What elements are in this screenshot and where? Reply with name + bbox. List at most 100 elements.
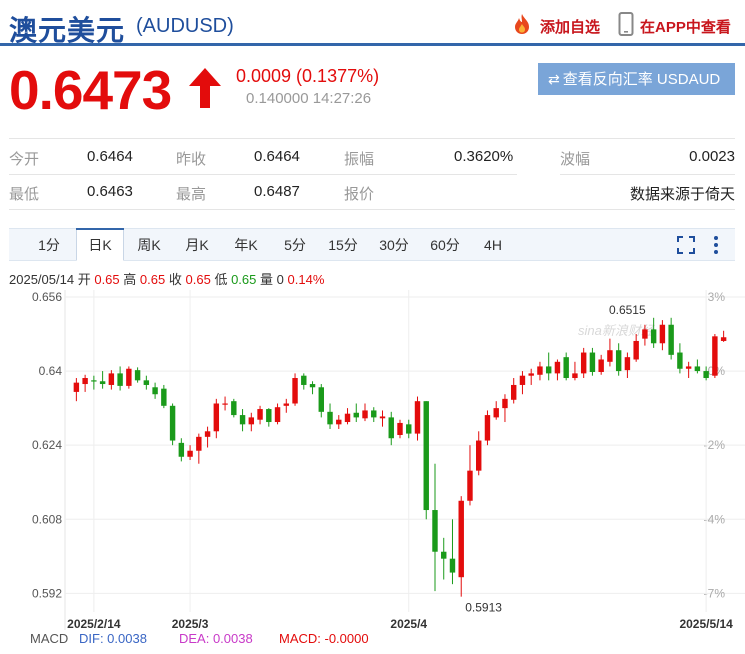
candle-body — [537, 366, 543, 375]
pct-tick-label: 3% — [708, 290, 726, 304]
price-annotation: 0.5913 — [465, 601, 502, 615]
tab-daily-k[interactable]: 日K — [76, 228, 124, 261]
candle-body — [624, 357, 631, 371]
fullscreen-icon[interactable] — [677, 236, 695, 254]
candle-body — [99, 381, 106, 385]
up-arrow-icon — [189, 68, 221, 108]
candle-body — [406, 424, 412, 434]
candle-body — [344, 413, 351, 423]
candle-body — [432, 510, 438, 552]
candle-body — [694, 366, 701, 372]
tab-15min[interactable]: 15分 — [323, 229, 363, 261]
candle-body — [204, 431, 211, 437]
candle-body — [231, 401, 237, 416]
candle-body — [134, 370, 141, 381]
phone-icon — [618, 12, 634, 36]
info-vol-label: 量 — [260, 272, 274, 287]
tab-5min[interactable]: 5分 — [277, 229, 313, 261]
candle-body — [274, 407, 281, 423]
info-low-label: 低 — [214, 272, 228, 287]
macd-dif: DIF: 0.0038 — [79, 631, 147, 646]
candle-body — [301, 375, 307, 385]
candle-body — [353, 412, 359, 418]
candle-body — [266, 409, 272, 423]
candle-body — [545, 366, 552, 374]
more-vertical-icon[interactable] — [713, 235, 719, 255]
price-annotation: 0.6515 — [609, 303, 646, 317]
candlestick-chart[interactable]: 0.6563%0.640%0.624-2%0.608-4%0.592-7%202… — [0, 290, 745, 630]
info-open: 0.65 — [94, 272, 120, 287]
stat-label: 振幅 — [344, 151, 375, 168]
candle-body — [169, 405, 176, 441]
candle-body — [397, 422, 403, 435]
candle-body — [677, 352, 683, 369]
candle-body — [519, 375, 526, 385]
tab-weekly-k[interactable]: 周K — [131, 229, 167, 261]
macd-value: MACD: -0.0000 — [279, 631, 369, 646]
info-vol: 0 — [276, 272, 284, 287]
candle-info: 2025/05/14 开 0.65 高 0.65 收 0.65 低 0.65 量… — [9, 269, 324, 288]
stat-value: 0.6464 — [87, 148, 133, 165]
candle-body — [318, 387, 324, 412]
reverse-rate-button[interactable]: ⇄ 查看反向汇率 USDAUD — [538, 63, 735, 95]
candle-body — [257, 409, 263, 420]
candle-body — [484, 415, 491, 441]
candle-body — [502, 398, 508, 409]
candle-body — [91, 380, 97, 382]
tab-60min[interactable]: 60分 — [424, 229, 466, 261]
tab-1min[interactable]: 1分 — [29, 229, 69, 261]
data-source: 数据来源于倚天 — [629, 186, 735, 203]
x-tick-label: 2025/4 — [390, 617, 427, 630]
info-close: 0.65 — [185, 272, 211, 287]
candle-body — [126, 368, 132, 386]
stat-value: 0.3620% — [454, 148, 514, 165]
candle-body — [161, 388, 167, 406]
candle-body — [73, 382, 80, 392]
candle-body — [152, 387, 158, 395]
candle-body — [187, 450, 193, 457]
candle-body — [239, 415, 246, 425]
stat-value: 0.0023 — [689, 148, 735, 165]
pct-tick-label: -7% — [704, 586, 726, 600]
tab-4h[interactable]: 4H — [475, 229, 511, 261]
macd-label: MACD — [30, 631, 69, 646]
view-in-app-button[interactable]: 在APP中查看 — [618, 12, 731, 37]
info-low: 0.65 — [231, 272, 257, 287]
candle-body — [309, 384, 316, 388]
candle-body — [143, 380, 150, 385]
stat-label: 昨收 — [176, 151, 207, 168]
x-tick-label: 2025/2/14 — [67, 617, 121, 630]
candle-body — [222, 403, 228, 405]
y-tick-label: 0.592 — [32, 586, 62, 600]
candle-body — [615, 350, 622, 372]
candle-body — [82, 378, 88, 385]
stat-label: 波幅 — [560, 151, 591, 168]
tab-30min[interactable]: 30分 — [373, 229, 415, 261]
price-change: 0.0009 (0.1377%) — [236, 66, 380, 86]
stats-divider — [560, 174, 735, 175]
candle-body — [720, 337, 727, 341]
stat-label: 最高 — [176, 186, 207, 203]
stat-label: 今开 — [9, 151, 40, 168]
candle-body — [248, 417, 255, 425]
stat-label: 最低 — [9, 186, 40, 203]
add-watchlist-button[interactable]: 添加自选 — [510, 14, 600, 37]
candle-body — [703, 371, 709, 379]
candle-body — [117, 373, 123, 386]
current-price: 0.6473 — [9, 59, 172, 121]
info-date: 2025/05/14 — [9, 272, 75, 287]
candle-body — [598, 359, 604, 372]
candle-body — [458, 500, 464, 578]
tab-monthly-k[interactable]: 月K — [179, 229, 215, 261]
page-title: 澳元美元 — [9, 15, 126, 46]
y-tick-label: 0.64 — [39, 364, 63, 378]
pct-tick-label: -4% — [704, 512, 726, 526]
candle-body — [449, 558, 456, 573]
y-tick-label: 0.656 — [32, 290, 62, 304]
candle-body — [213, 403, 220, 432]
period-tabs: 1分 日K 周K 月K 年K 5分 15分 30分 60分 4H — [9, 228, 735, 261]
candle-body — [642, 329, 648, 339]
candle-body — [633, 340, 639, 360]
candle-body — [108, 373, 115, 385]
tab-yearly-k[interactable]: 年K — [228, 229, 264, 261]
